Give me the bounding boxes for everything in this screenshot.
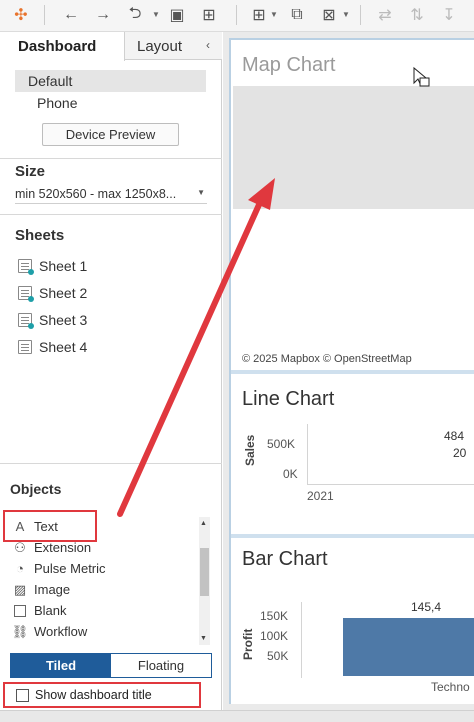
line-chart-zone[interactable]: Line Chart Sales 500K 0K 2021 484 20 bbox=[231, 374, 474, 534]
sheet-item[interactable]: Sheet 3 bbox=[18, 309, 87, 331]
workflow-icon: ⛓ bbox=[11, 623, 29, 639]
map-chart-title: Map Chart bbox=[242, 54, 336, 76]
duplicate-icon[interactable]: ⧉ bbox=[286, 4, 308, 26]
line-x-axis bbox=[307, 484, 474, 485]
image-icon: ▨ bbox=[13, 581, 27, 597]
objects-section-title: Objects bbox=[10, 481, 62, 497]
line-chart-title: Line Chart bbox=[242, 388, 335, 410]
sheet-label: Sheet 4 bbox=[39, 339, 88, 355]
pulse-metric-icon: ◔ bbox=[16, 561, 24, 576]
device-list: Default Phone bbox=[15, 70, 206, 114]
sheet-label: Sheet 2 bbox=[39, 285, 88, 301]
section-divider bbox=[0, 214, 222, 215]
object-item-workflow[interactable]: ⛓ Workflow bbox=[12, 621, 87, 642]
new-worksheet-dropdown-icon[interactable]: ▼ bbox=[270, 10, 278, 19]
object-label: Workflow bbox=[34, 624, 88, 639]
line-x-tick: 2021 bbox=[307, 489, 334, 503]
line-value-label: 20 bbox=[453, 446, 467, 460]
line-y-axis-label: Sales bbox=[243, 434, 257, 466]
map-area[interactable] bbox=[233, 86, 474, 209]
object-item-image[interactable]: ▨ Image bbox=[12, 579, 70, 600]
sheet-tabs-strip bbox=[0, 710, 474, 722]
sheet-item[interactable]: Sheet 4 bbox=[18, 336, 87, 358]
sheet-label: Sheet 1 bbox=[39, 258, 88, 274]
device-preview-button[interactable]: Device Preview bbox=[42, 123, 179, 146]
save-icon[interactable]: ▣ bbox=[166, 4, 188, 26]
line-value-label: 484 bbox=[444, 429, 465, 443]
object-label: Pulse Metric bbox=[34, 561, 106, 576]
bar-y-tick: 150K bbox=[260, 609, 289, 623]
tableau-logo-icon[interactable]: ✣ bbox=[10, 4, 32, 26]
tiled-button[interactable]: Tiled bbox=[11, 654, 111, 677]
map-credit[interactable]: © 2025 Mapbox © OpenStreetMap bbox=[242, 353, 412, 365]
section-divider bbox=[0, 463, 222, 464]
clear-sheet-icon[interactable]: ⊠ bbox=[318, 4, 340, 26]
worksheet-icon bbox=[18, 286, 34, 302]
sheets-section-title: Sheets bbox=[15, 227, 65, 244]
blank-icon bbox=[12, 604, 28, 617]
bar-value-label: 145,4 bbox=[411, 600, 442, 614]
objects-scrollbar-thumb[interactable] bbox=[200, 548, 209, 596]
dashboard-container: Map Chart © 2025 Mapbox © OpenStreetMap … bbox=[229, 38, 474, 704]
worksheet-icon bbox=[18, 340, 32, 354]
object-item-pulse-metric[interactable]: ◔ Pulse Metric bbox=[12, 558, 106, 579]
object-item-blank[interactable]: Blank bbox=[12, 600, 67, 621]
toolbar: ✣ ← → ⮌ ▼ ▣ ⊞ ⊞ ▼ ⧉ ⊠ ▼ ⇄ ⇅ ↧ bbox=[0, 0, 474, 32]
floating-button[interactable]: Floating bbox=[111, 654, 211, 677]
swap-icon: ⇄ bbox=[378, 7, 392, 24]
tab-layout[interactable]: Layout bbox=[125, 32, 205, 60]
undo-icon[interactable]: ← bbox=[60, 4, 82, 26]
bar-category-label: Techno bbox=[431, 680, 470, 694]
device-item-phone[interactable]: Phone bbox=[15, 92, 206, 114]
scroll-down-icon[interactable]: ▼ bbox=[200, 635, 207, 642]
bar-y-tick: 100K bbox=[260, 629, 289, 643]
replay-dropdown-icon[interactable]: ▼ bbox=[152, 10, 160, 19]
in-use-dot-icon bbox=[28, 323, 34, 329]
in-use-dot-icon bbox=[28, 296, 34, 302]
scroll-up-icon[interactable]: ▲ bbox=[200, 520, 207, 527]
line-y-tick: 500K bbox=[267, 437, 296, 451]
sheet-label: Sheet 3 bbox=[39, 312, 88, 328]
bar-y-tick: 50K bbox=[267, 649, 289, 663]
device-item-default[interactable]: Default bbox=[15, 70, 206, 92]
show-title-highlight bbox=[3, 682, 201, 708]
bar-chart-title: Bar Chart bbox=[242, 548, 328, 570]
new-worksheet-icon[interactable]: ⊞ bbox=[248, 4, 270, 26]
tab-dashboard[interactable]: Dashboard bbox=[0, 32, 125, 61]
worksheet-icon bbox=[18, 313, 34, 329]
dashboard-canvas[interactable]: Map Chart © 2025 Mapbox © OpenStreetMap … bbox=[223, 32, 474, 710]
bar-mark[interactable] bbox=[343, 618, 474, 676]
section-divider bbox=[0, 158, 222, 159]
object-label: Image bbox=[34, 582, 71, 597]
collapse-panel-icon[interactable]: ‹ bbox=[206, 38, 210, 52]
chevron-down-icon: ▼ bbox=[197, 188, 205, 197]
sort-ascending-icon: ⇅ bbox=[410, 7, 424, 24]
line-y-tick: 0K bbox=[283, 467, 298, 481]
bar-y-axis-label: Profit bbox=[241, 628, 255, 660]
redo-icon[interactable]: → bbox=[92, 4, 114, 26]
sort-descending-icon: ↧ bbox=[442, 7, 456, 24]
panel-tabs: Dashboard Layout ‹ bbox=[0, 32, 222, 61]
bar-y-axis bbox=[301, 602, 302, 678]
sheet-item[interactable]: Sheet 1 bbox=[18, 255, 87, 277]
clear-dropdown-icon[interactable]: ▼ bbox=[342, 10, 350, 19]
toolbar-separator bbox=[360, 5, 361, 25]
bar-chart-zone[interactable]: Bar Chart Profit 150K 100K 50K 145,4 Tec… bbox=[231, 538, 474, 704]
object-label: Extension bbox=[34, 540, 92, 555]
text-object-highlight bbox=[3, 510, 97, 542]
map-chart-zone[interactable]: Map Chart © 2025 Mapbox © OpenStreetMap bbox=[231, 40, 474, 370]
toolbar-separator bbox=[236, 5, 237, 25]
sheet-item[interactable]: Sheet 2 bbox=[18, 282, 87, 304]
new-datasource-icon[interactable]: ⊞ bbox=[198, 4, 220, 26]
worksheet-icon bbox=[18, 259, 34, 275]
line-y-axis bbox=[307, 424, 308, 484]
toolbar-separator bbox=[44, 5, 45, 25]
size-dropdown-value: min 520x560 - max 1250x8... bbox=[15, 186, 177, 201]
object-label: Blank bbox=[34, 603, 67, 618]
in-use-dot-icon bbox=[28, 269, 34, 275]
size-dropdown[interactable]: min 520x560 - max 1250x8... ▼ bbox=[15, 184, 207, 204]
tiled-floating-toggle: Tiled Floating bbox=[10, 653, 212, 678]
size-section-title: Size bbox=[15, 163, 46, 180]
replay-icon[interactable]: ⮌ bbox=[124, 4, 146, 26]
